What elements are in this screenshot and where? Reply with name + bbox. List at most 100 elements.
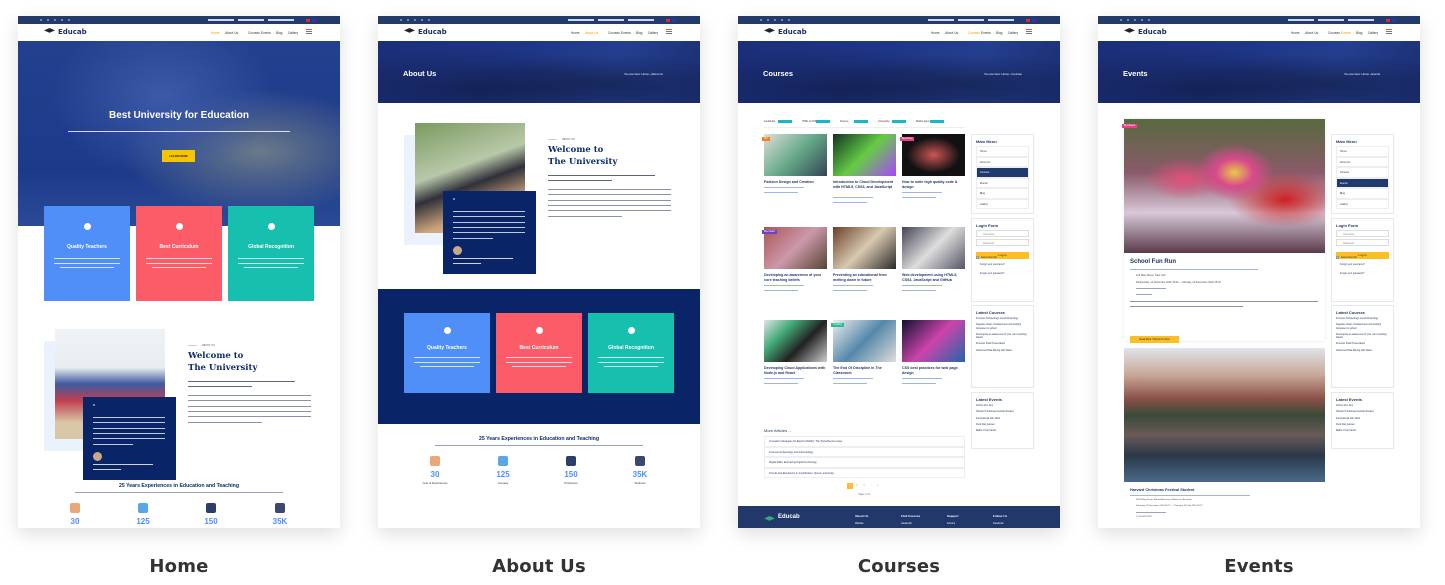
more-article-link[interactable]: Digital Skills: Embracing Digital Techno…: [764, 457, 965, 468]
pagination-1[interactable]: 1: [847, 483, 853, 489]
latest-event-link[interactable]: International Fair 2022: [976, 417, 1029, 420]
page-preview-events[interactable]: Educab Home About Us Courses Events Blog Galle…: [1098, 16, 1420, 528]
sidebar-menu-gallery[interactable]: Gallery: [1336, 198, 1389, 209]
remember-checkbox[interactable]: [1336, 256, 1339, 259]
social-icon[interactable]: [788, 19, 790, 21]
pagination-»[interactable]: »: [875, 483, 881, 489]
event-title[interactable]: Harvard Christmas Festival Student: [1130, 488, 1194, 492]
social-icon[interactable]: [40, 19, 42, 21]
nav-item-about-us[interactable]: About Us: [585, 31, 598, 35]
latest-course-link[interactable]: Negative effect of harassment and bullyi…: [1336, 323, 1389, 330]
site-logo[interactable]: Educab: [778, 28, 807, 36]
sidebar-menu-blog[interactable]: Blog: [1336, 188, 1389, 199]
social-icon[interactable]: [760, 19, 762, 21]
latest-event-link[interactable]: Field Day Games: [976, 423, 1029, 426]
social-icon[interactable]: [774, 19, 776, 21]
page-preview-courses[interactable]: Educab Home About Us Courses Events Blog Galle…: [738, 16, 1060, 528]
sidebar-menu-about-us[interactable]: About Us: [1336, 156, 1389, 167]
sidebar-menu-home[interactable]: Home: [1336, 146, 1389, 157]
pagination-2[interactable]: 2: [854, 483, 860, 489]
nav-item-gallery[interactable]: Gallery: [1368, 31, 1378, 35]
event-image[interactable]: [1124, 348, 1325, 482]
latest-event-link[interactable]: Field Day Games: [1336, 423, 1389, 426]
nav-item-blog[interactable]: Blog: [996, 31, 1002, 35]
page-preview-home[interactable]: Educab Home About Us Courses Events Blog Galle…: [18, 16, 340, 528]
nav-item-home[interactable]: Home: [571, 31, 580, 35]
footer-link[interactable]: Facebook: [993, 522, 1004, 525]
language-flag-icon[interactable]: [1026, 18, 1030, 22]
sidebar-menu-home[interactable]: Home: [976, 146, 1029, 157]
latest-course-link[interactable]: Forensic Fluid Preservation: [1336, 342, 1389, 345]
username-input[interactable]: Username: [1336, 230, 1389, 237]
more-article-link[interactable]: Innovation Strategies for Electric Mobil…: [764, 436, 965, 447]
forgot-password-link[interactable]: Forgot your password?: [980, 270, 1025, 277]
course-title[interactable]: Developing Cloud Applications with Node.…: [764, 366, 828, 376]
social-icon[interactable]: [407, 19, 409, 21]
nav-item-about-us[interactable]: About Us: [1305, 31, 1318, 35]
course-image[interactable]: [764, 320, 827, 362]
course-title[interactable]: Developing an awareness of your core tea…: [764, 273, 828, 283]
social-icon[interactable]: [414, 19, 416, 21]
sidebar-menu-events[interactable]: Events: [1336, 177, 1389, 188]
nav-item-gallery[interactable]: Gallery: [288, 31, 298, 35]
category-label[interactable]: Computing: [878, 120, 890, 123]
nav-item-blog[interactable]: Blog: [636, 31, 642, 35]
site-logo[interactable]: Educab: [58, 28, 87, 36]
nav-item-courses[interactable]: Courses: [248, 31, 260, 35]
latest-course-link[interactable]: Advanced Data Mining with Weka: [976, 349, 1029, 352]
latest-event-link[interactable]: Harvard Christmas Festival Student: [976, 410, 1029, 413]
feature-card-global-recognition[interactable]: Global Recognition: [228, 206, 314, 301]
menu-icon[interactable]: [666, 29, 672, 35]
category-label[interactable]: Mobile Apps: [916, 120, 929, 123]
footer-link[interactable]: Website: [855, 522, 864, 525]
course-image[interactable]: [833, 134, 896, 176]
learn-more-button[interactable]: LEARN MORE: [162, 150, 195, 162]
event-title[interactable]: School Fun Run: [1130, 259, 1176, 265]
remember-checkbox[interactable]: [976, 256, 979, 259]
language-flag-icon[interactable]: [1386, 18, 1390, 22]
nav-item-about-us[interactable]: About Us: [225, 31, 238, 35]
latest-course-link[interactable]: Advanced Data Mining with Weka: [1336, 349, 1389, 352]
menu-icon[interactable]: [1386, 29, 1392, 35]
category-label[interactable]: Science: [840, 120, 849, 123]
course-title[interactable]: Introduction to Cloud Development with H…: [833, 180, 897, 190]
feature-card-best-curriculum[interactable]: Best Curriculum: [136, 206, 222, 301]
nav-item-events[interactable]: Events: [621, 31, 631, 35]
forgot-username-link[interactable]: Forgot your username?: [1340, 261, 1385, 268]
menu-icon[interactable]: [306, 29, 312, 35]
site-logo[interactable]: Educab: [418, 28, 447, 36]
social-icon[interactable]: [421, 19, 423, 21]
social-icon[interactable]: [1141, 19, 1143, 21]
nav-item-gallery[interactable]: Gallery: [1008, 31, 1018, 35]
feature-card-global-recognition[interactable]: Global Recognition: [588, 313, 674, 393]
nav-item-courses[interactable]: Courses: [1328, 31, 1340, 35]
course-title[interactable]: Web development using HTML5, CSS3, JavaS…: [902, 273, 966, 283]
menu-icon[interactable]: [1026, 29, 1032, 35]
forgot-password-link[interactable]: Forgot your password?: [1340, 270, 1385, 277]
latest-course-link[interactable]: Developing an awareness of your core tea…: [976, 333, 1029, 340]
password-input[interactable]: Password: [1336, 239, 1389, 246]
nav-item-events[interactable]: Events: [261, 31, 271, 35]
latest-event-link[interactable]: Battle of the bands: [976, 429, 1029, 432]
social-icon[interactable]: [767, 19, 769, 21]
event-image[interactable]: [1124, 119, 1325, 253]
latest-course-link[interactable]: Developing an awareness of your core tea…: [1336, 333, 1389, 340]
social-icon[interactable]: [54, 19, 56, 21]
caption-events[interactable]: Events: [1098, 556, 1420, 577]
social-icon[interactable]: [781, 19, 783, 21]
feature-card-best-curriculum[interactable]: Best Curriculum: [496, 313, 582, 393]
language-flag-icon[interactable]: [312, 18, 316, 22]
nav-item-blog[interactable]: Blog: [276, 31, 282, 35]
nav-item-events[interactable]: Events: [981, 31, 991, 35]
category-label[interactable]: HTML & CSS: [802, 120, 816, 123]
category-label[interactable]: JavaScript: [764, 120, 775, 123]
course-image[interactable]: [902, 227, 965, 269]
sidebar-menu-gallery[interactable]: Gallery: [976, 198, 1029, 209]
course-image[interactable]: [902, 320, 965, 362]
more-article-link[interactable]: Forensic Archaeology and Anthropology: [764, 446, 965, 457]
language-flag-icon[interactable]: [1392, 18, 1396, 22]
page-preview-about-us[interactable]: Educab Home About Us Courses Events Blog Galle…: [378, 16, 700, 528]
latest-event-link[interactable]: International Fair 2022: [1336, 417, 1389, 420]
language-flag-icon[interactable]: [1032, 18, 1036, 22]
latest-event-link[interactable]: Harvard Christmas Festival Student: [1336, 410, 1389, 413]
